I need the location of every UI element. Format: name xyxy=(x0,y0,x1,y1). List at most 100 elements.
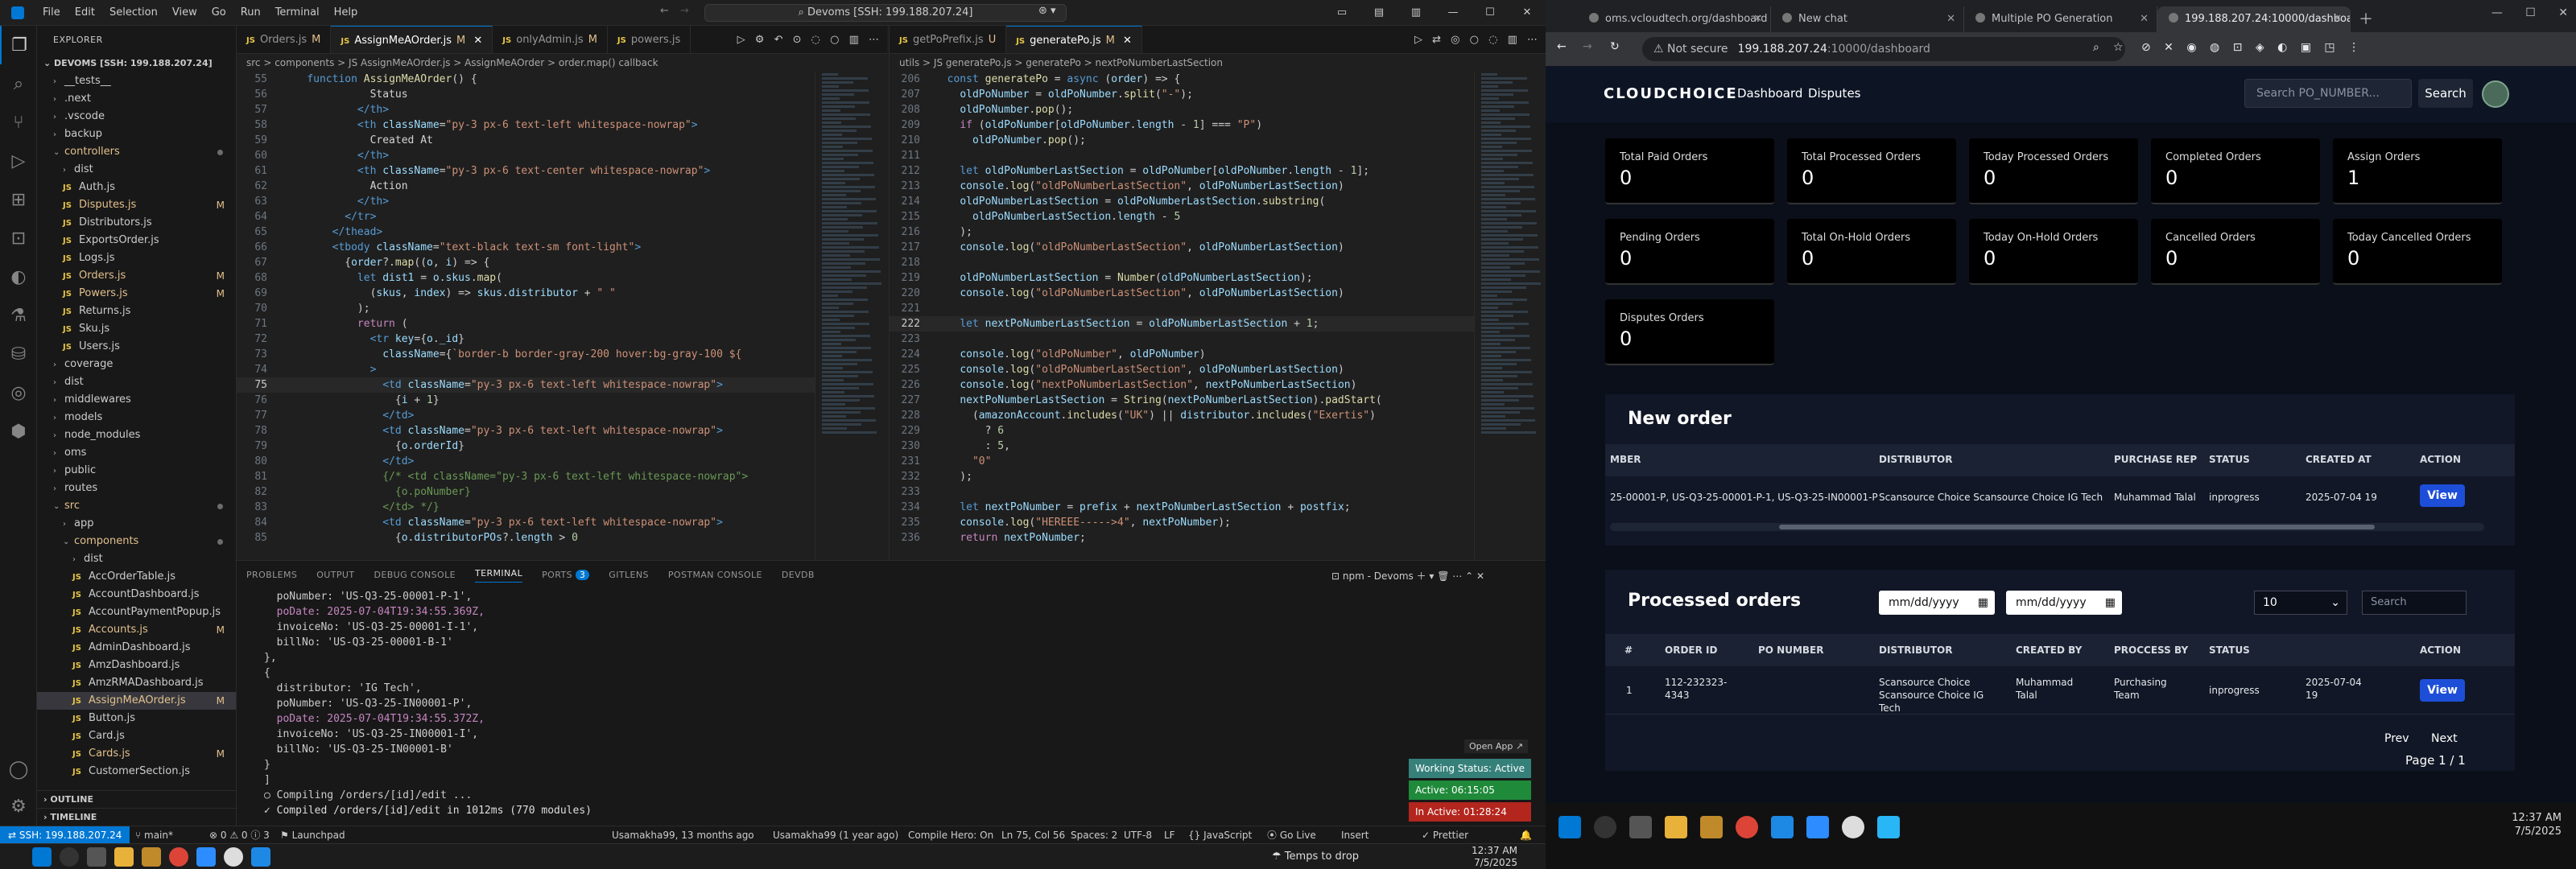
code-line[interactable]: 81 {/* <td className="py-3 px-6 text-lef… xyxy=(237,469,887,484)
menu-view[interactable]: View xyxy=(165,6,204,19)
folder-item[interactable]: ⌄ components xyxy=(37,533,236,550)
folder-item[interactable]: › models xyxy=(37,409,236,426)
close-icon[interactable]: ✕ xyxy=(1509,0,1546,26)
code-line[interactable]: 223 xyxy=(890,332,1546,347)
code-line[interactable]: 60 </th> xyxy=(237,148,887,163)
folder-item[interactable]: › node_modules xyxy=(37,426,236,444)
folder-item[interactable]: › backup xyxy=(37,126,236,143)
close-tab-icon[interactable]: ✕ xyxy=(1753,6,1762,32)
menu-go[interactable]: Go xyxy=(204,6,233,19)
git-blame-file[interactable]: Usamakha99 (1 year ago) xyxy=(773,826,898,844)
code-line[interactable]: 228 (amazonAccount.includes("UK") || dis… xyxy=(890,408,1546,423)
code-line[interactable]: 64 </tr> xyxy=(237,209,887,224)
zoom-icon[interactable] xyxy=(196,847,216,867)
editor-tab[interactable]: JS onlyAdmin.js M xyxy=(493,26,608,53)
folder-item[interactable]: › .vscode xyxy=(37,108,236,126)
folder-item[interactable]: › dist xyxy=(37,550,236,568)
code-line[interactable]: 62 Action xyxy=(237,179,887,194)
panel-tab-output[interactable]: OUTPUT xyxy=(316,570,354,580)
browser-tab[interactable]: Multiple PO Generation ✕ xyxy=(1964,6,2157,32)
menu-selection[interactable]: Selection xyxy=(102,6,165,19)
weather-widget[interactable]: ☂ Temps to drop xyxy=(1272,850,1359,863)
stat-card[interactable]: Completed Orders 0 xyxy=(2151,138,2320,204)
file-item[interactable]: JS Returns.js xyxy=(37,303,236,320)
encoding[interactable]: UTF-8 xyxy=(1124,826,1152,844)
menu-file[interactable]: File xyxy=(35,6,68,19)
stat-card[interactable]: Pending Orders 0 xyxy=(1605,219,1774,285)
file-item[interactable]: JS AccountPaymentPopup.js xyxy=(37,603,236,621)
file-item[interactable]: JS ExportsOrder.js xyxy=(37,232,236,249)
horizontal-scrollbar[interactable] xyxy=(1610,523,2484,531)
start-icon[interactable] xyxy=(1558,816,1581,838)
compile-hero[interactable]: Compile Hero: On xyxy=(908,826,993,844)
panel-tab-terminal[interactable]: TERMINAL xyxy=(475,568,523,583)
view-button[interactable]: View xyxy=(2420,679,2465,702)
menu-help[interactable]: Help xyxy=(327,6,365,19)
file-item[interactable]: JS Disputes.js M xyxy=(37,196,236,214)
start-icon[interactable] xyxy=(32,847,52,867)
folder-item[interactable]: › dist xyxy=(37,161,236,179)
launchpad-indicator[interactable]: ⚑ Launchpad xyxy=(280,826,345,844)
code-line[interactable]: 219 oldPoNumberLastSection = Number(oldP… xyxy=(890,270,1546,286)
code-line[interactable]: 208 oldPoNumber.pop(); xyxy=(890,102,1546,117)
code-line[interactable]: 215 oldPoNumberLastSection.length - 5 xyxy=(890,209,1546,224)
prev-button[interactable]: Prev xyxy=(2384,732,2409,745)
code-area-1[interactable]: 55 function AssignMeAOrder() {56 Status 5… xyxy=(237,72,887,546)
vscode-taskbar-icon[interactable] xyxy=(1771,816,1794,838)
browser-tab[interactable]: oms.vcloudtech.org/dashboard ✕ xyxy=(1578,6,1771,32)
code-line[interactable]: 227 nextPoNumberLastSection = String(nex… xyxy=(890,393,1546,408)
code-line[interactable]: 82 {o.poNumber} xyxy=(237,484,887,500)
close-tab-icon[interactable]: ✕ xyxy=(2333,6,2342,32)
editor-tab[interactable]: JS getPoPrefix.js U xyxy=(890,26,1007,53)
folder-item[interactable]: › dist xyxy=(37,373,236,391)
editor-tab[interactable]: JS powers.js xyxy=(608,26,691,53)
file-item[interactable]: JS Card.js xyxy=(37,727,236,745)
scrollbar-thumb[interactable] xyxy=(1779,525,2375,529)
new-tab-button[interactable]: ＋ xyxy=(2359,8,2373,29)
code-line[interactable]: 56 Status xyxy=(237,87,887,102)
timeline-section[interactable]: › TIMELINE xyxy=(37,808,237,826)
folder-item[interactable]: › .next xyxy=(37,90,236,108)
code-line[interactable]: 67 {order?.map((o, i) => { xyxy=(237,255,887,270)
outline-section[interactable]: › OUTLINE xyxy=(37,790,237,808)
address-bar[interactable]: ⚠ Not secure 199.188.207.24:10000/dashboa… xyxy=(1642,37,2125,61)
search-button[interactable]: Search xyxy=(2418,79,2473,108)
code-line[interactable]: 84 <td className="py-3 px-6 text-left wh… xyxy=(237,515,887,530)
processed-search-input[interactable]: Search xyxy=(2362,591,2467,615)
app-icon[interactable] xyxy=(1877,816,1900,838)
close-tab-icon[interactable]: ✕ xyxy=(2140,6,2149,32)
code-line[interactable]: 68 let dist1 = o.skus.map( xyxy=(237,270,887,286)
file-explorer-icon[interactable] xyxy=(1665,816,1687,838)
file-item[interactable]: JS AmzRMADashboard.js xyxy=(37,674,236,692)
minimize-icon[interactable]: — xyxy=(1435,0,1472,26)
folder-item[interactable]: › routes xyxy=(37,480,236,497)
terminal-shell-label[interactable]: ⊡ npm - Devoms ＋ ▾ 🗑 ⋯ ⌃ ✕ xyxy=(1331,569,1484,583)
menu-terminal[interactable]: Terminal xyxy=(268,6,327,19)
eol[interactable]: LF xyxy=(1164,826,1175,844)
date-to-input[interactable]: mm/dd/yyyy ▦ xyxy=(2006,591,2122,615)
forward-icon[interactable]: → xyxy=(1583,40,1592,53)
bookmark-star-icon[interactable]: ☆ xyxy=(2113,41,2124,54)
code-line[interactable]: 218 xyxy=(890,255,1546,270)
zoom-magnifier-icon[interactable]: ⌕ xyxy=(2093,41,2099,54)
code-line[interactable]: 61 <th className="py-3 px-6 text-center … xyxy=(237,163,887,179)
postman-icon[interactable]: ◎ xyxy=(0,373,37,412)
code-line[interactable]: 210 oldPoNumber.pop(); xyxy=(890,133,1546,148)
reload-icon[interactable]: ↻ xyxy=(1610,40,1620,53)
editor-tab[interactable]: JS AssignMeAOrder.js M ✕ xyxy=(331,26,493,53)
obs-icon[interactable] xyxy=(1842,816,1864,838)
stat-card[interactable]: Cancelled Orders 0 xyxy=(2151,219,2320,285)
file-item[interactable]: JS Sku.js xyxy=(37,320,236,338)
chrome-icon[interactable] xyxy=(169,847,188,867)
code-line[interactable]: 58 <th className="py-3 px-6 text-left wh… xyxy=(237,117,887,133)
minimap-2[interactable] xyxy=(1474,72,1546,560)
explorer-root[interactable]: ⌄ DEVOMS [SSH: 199.188.207.24] xyxy=(37,55,236,72)
folder-item[interactable]: › __tests__ xyxy=(37,72,236,90)
code-line[interactable]: 234 let nextPoNumber = prefix + nextPoNu… xyxy=(890,500,1546,515)
code-line[interactable]: 206 const generatePo = async (order) => … xyxy=(890,72,1546,87)
code-line[interactable]: 75 <td className="py-3 px-6 text-left wh… xyxy=(237,377,887,393)
panel-tab-debug-console[interactable]: DEBUG CONSOLE xyxy=(374,570,456,580)
stat-card[interactable]: Total Paid Orders 0 xyxy=(1605,138,1774,204)
code-line[interactable]: 83 </td> */} xyxy=(237,500,887,515)
nav-disputes[interactable]: Disputes xyxy=(1808,86,1861,101)
